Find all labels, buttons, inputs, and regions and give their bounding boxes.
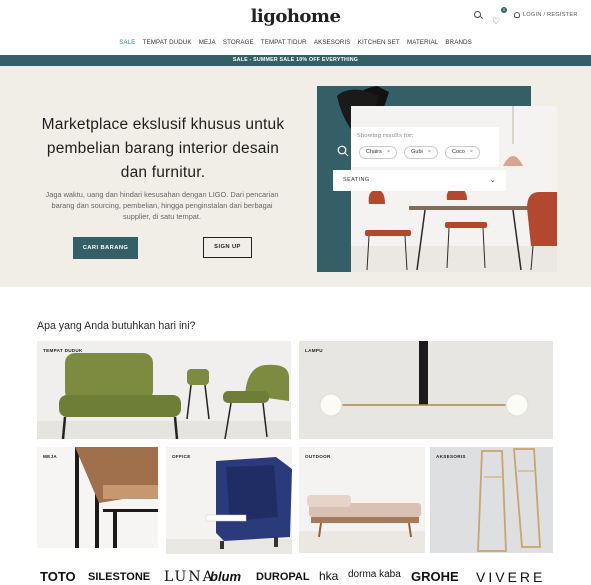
nav-item-meja[interactable]: MEJA xyxy=(195,39,219,46)
results-label: Showing results for: xyxy=(357,133,414,139)
hero-title: Marketplace ekslusif khusus untuk pembel… xyxy=(41,116,285,181)
brand-logo-blum[interactable]: blum xyxy=(210,569,241,584)
nav-item-tempat-duduk[interactable]: TEMPAT DUDUK xyxy=(139,39,195,46)
aksesoris-image xyxy=(477,448,541,552)
category-tile-office[interactable]: OFFICE xyxy=(166,447,292,554)
wishlist-count-badge: 0 xyxy=(501,7,507,13)
nav-item-sale[interactable]: SALE xyxy=(116,39,139,46)
search-icon[interactable] xyxy=(474,11,483,20)
tile-label: AKSESORIS xyxy=(436,454,466,459)
close-icon[interactable]: × xyxy=(428,149,431,155)
brand-logo-vivere[interactable]: VIVERE xyxy=(476,569,545,585)
promo-bar[interactable]: SALE - SUMMER SALE 10% OFF EVERYTHING xyxy=(0,55,591,66)
brand-logo-dormakaba[interactable]: dorma kaba xyxy=(348,569,401,580)
chip-label: Chairs xyxy=(366,149,382,155)
filter-chip[interactable]: Chairs × xyxy=(359,146,398,159)
sign-up-button[interactable]: SIGN UP xyxy=(203,237,252,258)
nav-item-storage[interactable]: STORAGE xyxy=(219,39,257,46)
brand-logo-toto[interactable]: TOTO xyxy=(40,569,76,584)
wishlist-button[interactable]: ♡ 0 xyxy=(492,7,507,26)
category-select[interactable]: SEATING ⌄ xyxy=(333,170,506,191)
main-nav: SALE TEMPAT DUDUK MEJA STORAGE TEMPAT TI… xyxy=(0,39,591,46)
brand-logo-grohe[interactable]: GROHE xyxy=(411,569,459,584)
brand-logo-luna[interactable]: LUNA xyxy=(164,569,215,585)
cari-barang-button[interactable]: CARI BARANG xyxy=(73,237,138,259)
category-select-value: SEATING xyxy=(343,177,370,183)
tile-label: TEMPAT DUDUK xyxy=(43,348,83,353)
category-tile-tempat-duduk[interactable]: TEMPAT DUDUK xyxy=(37,341,291,439)
nav-item-brands[interactable]: BRANDS xyxy=(442,39,476,46)
nav-item-tempat-tidur[interactable]: TEMPAT TIDUR xyxy=(257,39,310,46)
office-image xyxy=(166,457,292,554)
category-tile-lampu[interactable]: LAMPU xyxy=(299,341,553,439)
brand-logos-strip: TOTO SILESTONE LUNA blum DUROPAL hka dor… xyxy=(0,566,591,585)
close-icon[interactable]: × xyxy=(470,149,473,155)
tile-label: LAMPU xyxy=(305,348,323,353)
filter-chip[interactable]: Coco × xyxy=(444,146,481,159)
heart-icon: ♡ xyxy=(492,16,501,26)
nav-item-kitchen-set[interactable]: KITCHEN SET xyxy=(354,39,403,46)
close-icon[interactable]: × xyxy=(387,149,390,155)
chip-label: Coco xyxy=(451,149,465,155)
categories-heading: Apa yang Anda butuhkan hari ini? xyxy=(37,320,196,332)
brand-logo-hka[interactable]: hka xyxy=(319,569,338,583)
header-icons: ♡ 0 xyxy=(474,7,507,26)
login-register-link[interactable]: LOGIN / REGISTER xyxy=(514,12,578,18)
user-icon xyxy=(514,12,520,18)
nav-item-aksesoris[interactable]: AKSESORIS xyxy=(310,39,354,46)
category-tile-outdoor[interactable]: OUTDOOR xyxy=(299,447,425,553)
lampu-image xyxy=(319,341,529,417)
hero-description: Jaga waktu, uang dan hindari kesusahan d… xyxy=(45,190,279,221)
chip-label: Gubi xyxy=(411,149,423,155)
filter-chips: Chairs × Gubi × Coco × xyxy=(359,146,481,159)
chevron-down-icon: ⌄ xyxy=(489,177,496,184)
login-register-label: LOGIN / REGISTER xyxy=(523,12,578,18)
tile-label: OFFICE xyxy=(172,454,191,459)
tile-label: OUTDOOR xyxy=(305,454,331,459)
brand-logo-duropal[interactable]: DUROPAL xyxy=(256,571,310,583)
category-tile-aksesoris[interactable]: AKSESORIS xyxy=(430,447,553,553)
tile-label: MEJA xyxy=(43,454,57,459)
nav-item-material[interactable]: MATERIAL xyxy=(403,39,441,46)
tempat-duduk-image xyxy=(37,353,291,439)
category-tile-meja[interactable]: MEJA xyxy=(37,447,158,548)
brand-logo-silestone[interactable]: SILESTONE xyxy=(88,571,150,583)
meja-image xyxy=(75,447,158,548)
filter-chip[interactable]: Gubi × xyxy=(404,146,438,159)
search-icon[interactable] xyxy=(337,145,349,157)
outdoor-image xyxy=(299,495,425,553)
